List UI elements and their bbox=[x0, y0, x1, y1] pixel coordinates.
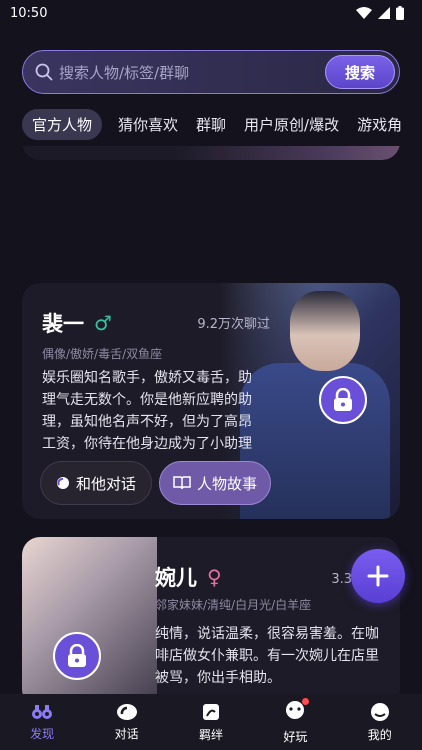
search-input[interactable]: 搜索人物/标签/群聊 bbox=[59, 62, 325, 83]
character-name-text: 婉儿 bbox=[155, 566, 197, 590]
create-character-button[interactable] bbox=[351, 549, 405, 603]
tab-official[interactable]: 官方人物 bbox=[22, 108, 103, 140]
character-card[interactable]: 裴一 ♂ 9.2万次聊过 偶像/傲娇/毒舌/双鱼座 娱乐圈知名歌手，傲娇又毒舌，… bbox=[22, 283, 400, 519]
status-icons bbox=[356, 6, 404, 20]
character-description: 娱乐圈知名歌手，傲娇又毒舌，助理气走无数个。你是他新应聘的助理，虽知他名声不好，… bbox=[42, 370, 252, 452]
search-button[interactable]: 搜索 bbox=[325, 55, 395, 89]
character-tags: 邻家妹妹/清纯/白月光/白羊座 bbox=[155, 598, 312, 612]
character-name-text: 裴一 bbox=[42, 312, 84, 336]
tab-game-characters[interactable]: 游戏角 bbox=[355, 114, 404, 135]
character-feed[interactable]: 裴一 ♂ 9.2万次聊过 偶像/傲娇/毒舌/双鱼座 娱乐圈知名歌手，傲娇又毒舌，… bbox=[0, 146, 422, 694]
binoculars-icon bbox=[32, 704, 53, 719]
bottom-navigation: 发现 对话 羁绊 好玩 我的 bbox=[0, 694, 422, 750]
character-name: 裴一 ♂ bbox=[42, 308, 112, 338]
nav-chat[interactable]: 对话 bbox=[92, 703, 162, 742]
bond-icon bbox=[202, 703, 219, 720]
male-icon: ♂ bbox=[94, 311, 112, 335]
female-icon: ♀ bbox=[207, 565, 222, 589]
lock-icon[interactable] bbox=[319, 376, 367, 424]
search-icon bbox=[35, 63, 53, 81]
notification-badge bbox=[302, 697, 310, 705]
book-icon bbox=[173, 476, 191, 490]
chat-bubble-icon bbox=[56, 477, 69, 489]
previous-character-card[interactable] bbox=[22, 146, 400, 160]
battery-icon bbox=[396, 6, 404, 20]
search-bar[interactable]: 搜索人物/标签/群聊 搜索 bbox=[22, 50, 400, 94]
chat-icon bbox=[116, 703, 137, 720]
character-card[interactable]: 婉儿 ♀ 3.3万次 邻家妹妹/清纯/白月光/白羊座 纯情，说话温柔，很容易害羞… bbox=[22, 537, 400, 694]
tab-group-chat[interactable]: 群聊 bbox=[194, 114, 228, 135]
status-time: 10:50 bbox=[10, 5, 48, 21]
nav-bond[interactable]: 羁绊 bbox=[176, 702, 246, 743]
talk-button[interactable]: 和他对话 bbox=[40, 461, 152, 505]
lock-icon[interactable] bbox=[53, 632, 101, 680]
status-bar: 10:50 bbox=[0, 0, 422, 26]
nav-me[interactable]: 我的 bbox=[345, 702, 415, 743]
character-description: 纯情，说话温柔，很容易害羞。在咖啡店做女仆兼职。有一次婉儿在店里被骂，你出手相助… bbox=[155, 626, 379, 686]
nav-discover[interactable]: 发现 bbox=[7, 703, 77, 742]
category-tabs: 官方人物 猜你喜欢 群聊 用户原创/爆改 游戏角 bbox=[22, 108, 422, 140]
nav-fun[interactable]: 好玩 bbox=[260, 697, 330, 745]
character-tags: 偶像/傲娇/毒舌/双鱼座 bbox=[42, 347, 163, 361]
signal-icon bbox=[378, 7, 390, 19]
story-button[interactable]: 人物故事 bbox=[159, 461, 271, 505]
plus-icon bbox=[367, 565, 389, 587]
tab-recommended[interactable]: 猜你喜欢 bbox=[116, 114, 180, 135]
character-name: 婉儿 ♀ bbox=[155, 562, 222, 592]
profile-icon bbox=[370, 702, 389, 721]
chat-count: 9.2万次聊过 bbox=[197, 317, 270, 332]
wifi-icon bbox=[356, 7, 372, 19]
tab-user-original[interactable]: 用户原创/爆改 bbox=[242, 114, 341, 135]
